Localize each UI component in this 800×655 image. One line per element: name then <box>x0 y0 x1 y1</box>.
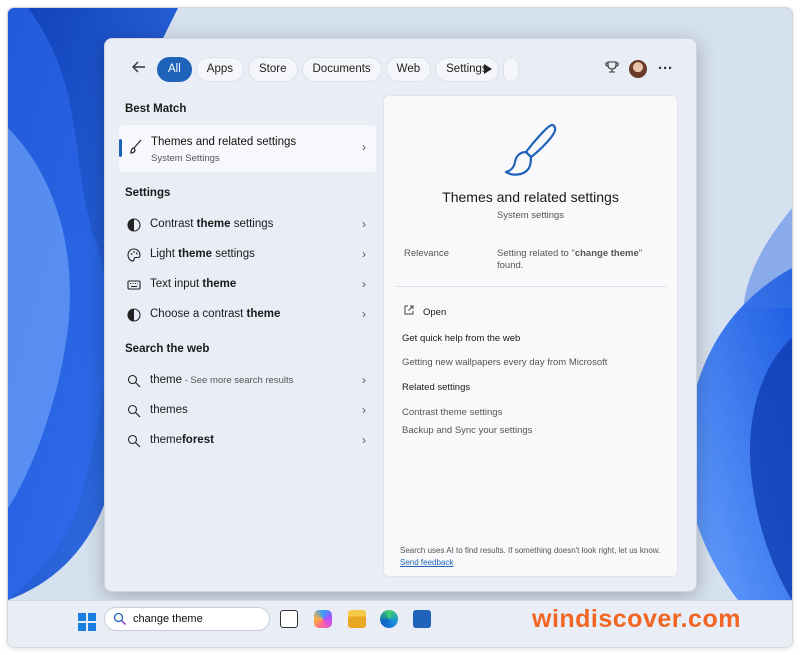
back-arrow-icon[interactable] <box>129 59 149 79</box>
search-icon <box>127 404 141 418</box>
contrast-icon <box>127 308 141 322</box>
watermark-logo: windiscover.com <box>532 605 741 633</box>
result-label: Contrast theme settings <box>150 218 274 230</box>
best-match-subtitle: System Settings <box>151 153 220 164</box>
scroll-tabs-right-icon[interactable] <box>483 63 493 75</box>
best-match-result[interactable]: Themes and related settings System Setti… <box>119 125 376 172</box>
taskbar-search-input[interactable]: change theme <box>104 607 270 631</box>
chevron-right-icon: › <box>362 217 366 231</box>
microsoft-store-icon[interactable] <box>413 610 431 628</box>
result-label: themeforest <box>150 434 214 446</box>
web-result-theme[interactable]: theme - See more search results › <box>119 367 376 395</box>
taskbar: change theme windiscover.com <box>8 600 792 647</box>
settings-heading: Settings <box>125 187 171 199</box>
file-explorer-icon[interactable] <box>348 610 366 628</box>
result-label: themes <box>150 404 188 416</box>
brush-icon <box>130 139 142 154</box>
palette-icon <box>127 248 141 262</box>
quick-help-link[interactable]: Getting new wallpapers every day from Mi… <box>402 357 607 368</box>
contrast-icon <box>127 218 141 232</box>
chevron-right-icon: › <box>362 140 366 154</box>
best-match-heading: Best Match <box>125 103 187 115</box>
chevron-right-icon: › <box>362 373 366 387</box>
related-link-backup-sync[interactable]: Backup and Sync your settings <box>402 425 532 436</box>
search-icon <box>127 434 141 448</box>
result-preview-pane: Themes and related settings System setti… <box>383 95 678 577</box>
relevance-label: Relevance <box>404 248 449 259</box>
settings-result-contrast-theme[interactable]: Contrast theme settings › <box>119 211 376 239</box>
paintbrush-icon <box>504 123 557 176</box>
best-match-title: Themes and related settings <box>151 136 297 148</box>
tab-apps[interactable]: Apps <box>195 57 244 82</box>
start-button[interactable] <box>78 613 96 631</box>
rewards-trophy-icon[interactable] <box>605 59 619 79</box>
search-flyout: All Apps Store Documents Web Settings ··… <box>104 38 697 592</box>
tab-all[interactable]: All <box>157 57 192 82</box>
user-avatar[interactable] <box>629 60 647 78</box>
task-view-icon[interactable] <box>280 610 298 628</box>
tab-store[interactable]: Store <box>248 57 298 82</box>
more-options-icon[interactable]: ··· <box>658 59 673 79</box>
related-settings-heading: Related settings <box>402 382 471 393</box>
settings-result-text-input-theme[interactable]: Text input theme › <box>119 271 376 299</box>
chevron-right-icon: › <box>362 433 366 447</box>
settings-result-light-theme[interactable]: Light theme settings › <box>119 241 376 269</box>
result-label: Light theme settings <box>150 248 255 260</box>
search-query: change theme <box>133 613 203 625</box>
preview-subtitle: System settings <box>496 210 565 221</box>
relevance-value: Setting related to "change theme" found. <box>497 248 643 271</box>
selection-indicator <box>119 139 122 157</box>
web-result-themeforest[interactable]: themeforest › <box>119 427 376 455</box>
related-link-contrast-theme[interactable]: Contrast theme settings <box>402 407 502 418</box>
divider <box>396 286 667 287</box>
screenshot-frame: All Apps Store Documents Web Settings ··… <box>8 8 792 647</box>
ai-disclaimer: Search uses AI to find results. If somet… <box>400 546 661 555</box>
keyboard-icon <box>127 280 141 290</box>
search-icon <box>113 612 127 626</box>
result-label: Text input theme <box>150 278 237 290</box>
tab-overflow[interactable] <box>502 57 519 82</box>
open-external-icon <box>404 305 415 318</box>
preview-title: Themes and related settings <box>442 189 619 205</box>
tab-documents[interactable]: Documents <box>301 57 382 82</box>
open-action[interactable]: Open <box>404 305 446 318</box>
copilot-icon[interactable] <box>314 610 332 628</box>
chevron-right-icon: › <box>362 403 366 417</box>
tab-web[interactable]: Web <box>385 57 432 82</box>
filter-tabs: All Apps Store Documents Web Settings <box>157 57 519 82</box>
edge-browser-icon[interactable] <box>380 610 398 628</box>
result-label: theme - See more search results <box>150 374 294 386</box>
chevron-right-icon: › <box>362 307 366 321</box>
result-label: Choose a contrast theme <box>150 308 281 320</box>
search-filter-bar: All Apps Store Documents Web Settings ··… <box>105 39 696 99</box>
quick-help-heading: Get quick help from the web <box>402 333 521 344</box>
web-result-themes[interactable]: themes › <box>119 397 376 425</box>
search-web-heading: Search the web <box>125 343 210 355</box>
settings-result-choose-contrast-theme[interactable]: Choose a contrast theme › <box>119 301 376 329</box>
chevron-right-icon: › <box>362 277 366 291</box>
send-feedback-link[interactable]: Send feedback <box>400 558 453 567</box>
chevron-right-icon: › <box>362 247 366 261</box>
search-icon <box>127 374 141 388</box>
